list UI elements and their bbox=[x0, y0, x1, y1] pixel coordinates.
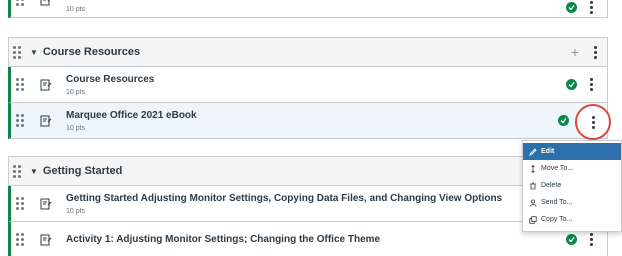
module-header[interactable]: ▼ Getting Started bbox=[8, 156, 608, 186]
drag-handle-icon[interactable] bbox=[16, 0, 26, 6]
menu-item-send-to[interactable]: Send To... bbox=[523, 194, 621, 211]
module-item[interactable]: Course Resources 10 pts bbox=[8, 67, 608, 103]
drag-handle-icon[interactable] bbox=[16, 197, 26, 210]
kebab-menu-icon[interactable] bbox=[591, 116, 595, 129]
menu-item-edit[interactable]: Edit bbox=[523, 143, 621, 160]
menu-item-delete[interactable]: Delete bbox=[523, 177, 621, 194]
collapse-caret-icon[interactable]: ▼ bbox=[30, 48, 38, 57]
add-item-icon[interactable]: + bbox=[571, 45, 579, 59]
item-title-link[interactable]: Getting Started Adjusting Monitor Settin… bbox=[66, 193, 502, 205]
item-points: 10 pts bbox=[66, 207, 86, 215]
kebab-menu-icon[interactable] bbox=[589, 78, 593, 91]
drag-handle-icon[interactable] bbox=[16, 114, 26, 127]
pencil-icon bbox=[529, 147, 537, 156]
menu-item-copy-to[interactable]: Copy To... bbox=[523, 211, 621, 228]
module-title: Course Resources bbox=[42, 46, 141, 58]
user-icon bbox=[529, 198, 537, 207]
menu-item-label: Edit bbox=[541, 148, 555, 155]
module-getting-started: ▼ Getting Started Getting Started Adjust… bbox=[8, 156, 608, 256]
item-points: 10 pts bbox=[66, 88, 86, 96]
published-check-icon[interactable] bbox=[566, 79, 577, 90]
item-title-link[interactable]: Course Resources bbox=[66, 74, 154, 86]
module-title: Getting Started bbox=[42, 165, 123, 177]
module-item[interactable]: Activity 1: Adjusting Monitor Settings; … bbox=[8, 222, 608, 256]
module-item[interactable]: 10 pts bbox=[8, 0, 608, 18]
assignment-icon bbox=[40, 198, 52, 209]
assignment-icon bbox=[40, 79, 52, 90]
module-item[interactable]: Marquee Office 2021 eBook 10 pts bbox=[8, 103, 608, 139]
menu-item-label: Delete bbox=[541, 182, 562, 189]
published-check-icon[interactable] bbox=[566, 234, 577, 245]
drag-handle-icon[interactable] bbox=[13, 164, 23, 178]
collapse-caret-icon[interactable]: ▼ bbox=[30, 167, 38, 176]
item-title-link[interactable]: Marquee Office 2021 eBook bbox=[66, 110, 197, 122]
copy-icon bbox=[529, 215, 537, 224]
module-header[interactable]: ▼ Course Resources + bbox=[8, 37, 608, 67]
trash-icon bbox=[530, 182, 536, 189]
drag-handle-icon[interactable] bbox=[16, 78, 26, 91]
published-check-icon[interactable] bbox=[558, 115, 569, 126]
module-top-partial: 10 pts bbox=[8, 0, 608, 18]
kebab-menu-icon[interactable] bbox=[589, 233, 593, 246]
menu-item-label: Send To... bbox=[541, 199, 573, 206]
item-points: 10 pts bbox=[66, 124, 86, 132]
kebab-menu-icon[interactable] bbox=[593, 45, 597, 59]
kebab-menu-icon[interactable] bbox=[589, 1, 593, 14]
move-arrows-icon bbox=[531, 164, 535, 173]
published-check-icon[interactable] bbox=[566, 2, 577, 13]
drag-handle-icon[interactable] bbox=[16, 233, 26, 246]
item-context-menu: Edit Move To... Delete Send To... Copy T… bbox=[522, 140, 622, 232]
menu-item-label: Copy To... bbox=[541, 216, 573, 223]
module-course-resources: ▼ Course Resources + Course Resources 10… bbox=[8, 37, 608, 139]
menu-item-label: Move To... bbox=[541, 165, 574, 172]
item-title-link[interactable]: Activity 1: Adjusting Monitor Settings; … bbox=[66, 234, 380, 246]
module-item[interactable]: Getting Started Adjusting Monitor Settin… bbox=[8, 186, 608, 222]
menu-item-move-to[interactable]: Move To... bbox=[523, 160, 621, 177]
item-points: 10 pts bbox=[66, 5, 86, 13]
drag-handle-icon[interactable] bbox=[13, 45, 23, 59]
assignment-icon bbox=[40, 115, 52, 126]
assignment-icon bbox=[40, 0, 50, 5]
assignment-icon bbox=[40, 234, 52, 245]
